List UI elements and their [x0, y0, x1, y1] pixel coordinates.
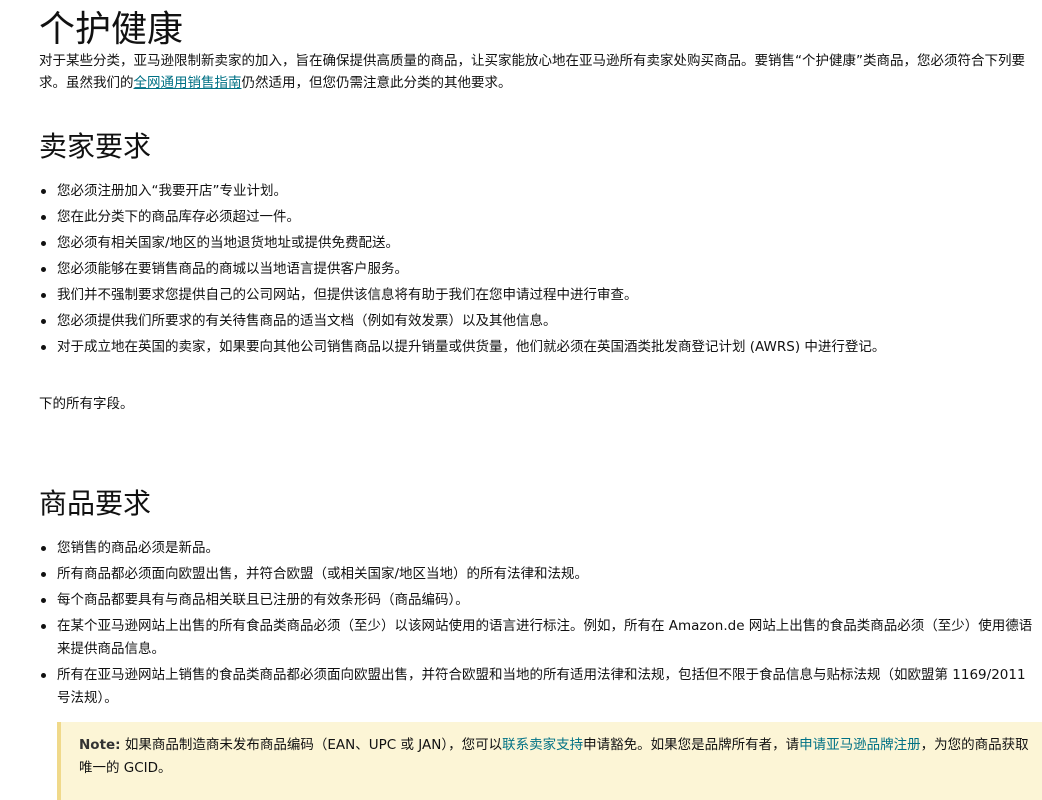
list-item: 您必须有相关国家/地区的当地退货地址或提供免费配送。 [39, 232, 1042, 255]
seller-requirements-heading: 卖家要求 [39, 130, 152, 163]
general-selling-guidelines-link[interactable]: 全网通用销售指南 [134, 75, 242, 91]
list-item: 您在此分类下的商品库存必须超过一件。 [39, 206, 1042, 229]
list-item: 您必须注册加入“我要开店”专业计划。 [39, 180, 1042, 203]
product-requirements-heading: 商品要求 [39, 487, 152, 520]
intro-text-after: 仍然适用，但您仍需注意此分类的其他要求。 [241, 75, 512, 91]
note-text-2: 申请豁免。如果您是品牌所有者，请 [583, 737, 800, 753]
product-requirements-list: 您销售的商品必须是新品。 所有商品都必须面向欧盟出售，并符合欧盟（或相关国家/地… [39, 537, 1042, 713]
list-item: 我们并不强制要求您提供自己的公司网站，但提供该信息将有助于我们在您申请过程中进行… [39, 284, 1042, 307]
list-item: 在某个亚马逊网站上出售的所有食品类商品必须（至少）以该网站使用的语言进行标注。例… [39, 615, 1042, 661]
page-title: 个护健康 [39, 9, 184, 50]
intro-paragraph: 对于某些分类，亚马逊限制新卖家的加入，旨在确保提供高质量的商品，让买家能放心地在… [39, 50, 1042, 94]
list-item: 您必须能够在要销售商品的商城以当地语言提供客户服务。 [39, 258, 1042, 281]
list-item: 对于成立地在英国的卖家，如果要向其他公司销售商品以提升销量或供货量，他们就必须在… [39, 336, 1042, 359]
list-item: 所有商品都必须面向欧盟出售，并符合欧盟（或相关国家/地区当地）的所有法律和法规。 [39, 563, 1042, 586]
list-item: 所有在亚马逊网站上销售的食品类商品都必须面向欧盟出售，并符合欧盟和当地的所有适用… [39, 664, 1042, 710]
page: 个护健康 对于某些分类，亚马逊限制新卖家的加入，旨在确保提供高质量的商品，让买家… [0, 0, 1042, 800]
note-box: Note: 如果商品制造商未发布商品编码（EAN、UPC 或 JAN），您可以联… [57, 722, 1042, 800]
contact-seller-support-link[interactable]: 联系卖家支持 [502, 737, 583, 753]
list-item: 您销售的商品必须是新品。 [39, 537, 1042, 560]
note-text-1: 如果商品制造商未发布商品编码（EAN、UPC 或 JAN），您可以 [120, 737, 503, 753]
list-item: 每个商品都要具有与商品相关联且已注册的有效条形码（商品编码）。 [39, 589, 1042, 612]
seller-requirements-list: 您必须注册加入“我要开店”专业计划。 您在此分类下的商品库存必须超过一件。 您必… [39, 180, 1042, 362]
note-label: Note: [79, 737, 121, 753]
fields-text: 下的所有字段。 [39, 396, 134, 412]
list-item: 您必须提供我们所要求的有关待售商品的适当文档（例如有效发票）以及其他信息。 [39, 310, 1042, 333]
brand-registry-link[interactable]: 申请亚马逊品牌注册 [799, 737, 921, 753]
